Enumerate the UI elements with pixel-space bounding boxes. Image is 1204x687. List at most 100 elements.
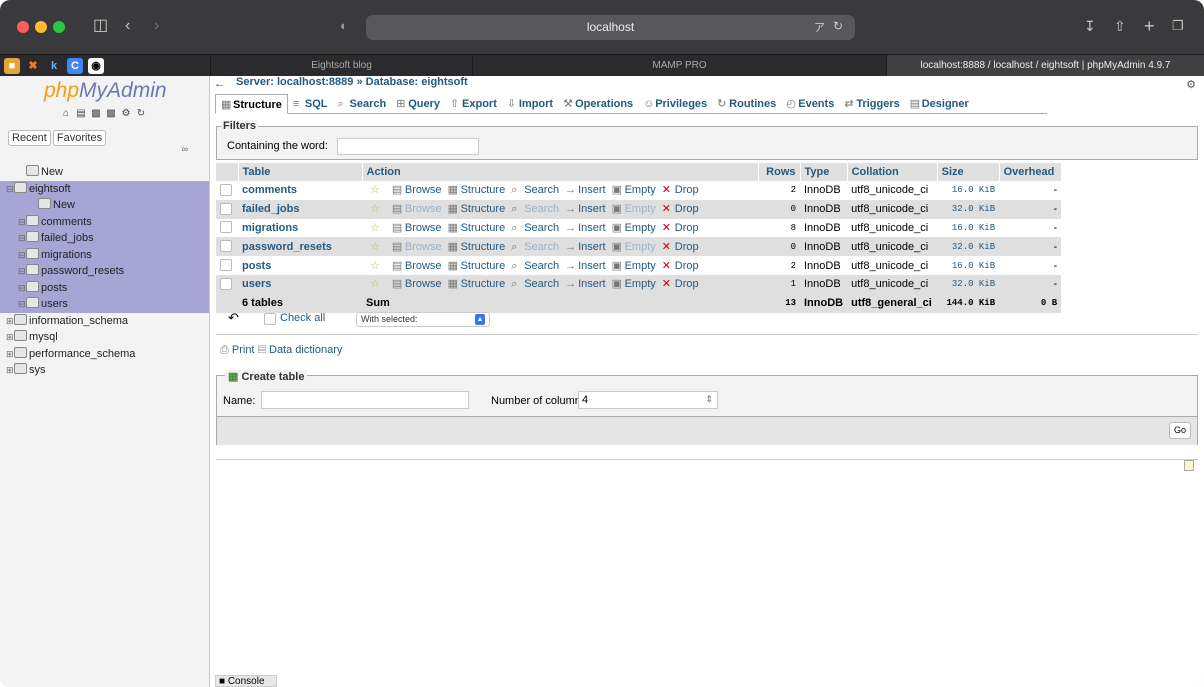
tab-mamp-pro[interactable]: MAMP PRO: [472, 55, 886, 77]
expand-icon[interactable]: ⊟: [6, 181, 14, 198]
row-checkbox[interactable]: [220, 240, 232, 253]
sidebar-toggle-icon[interactable]: ◫: [93, 14, 108, 38]
expand-icon[interactable]: ⊟: [18, 280, 26, 297]
tab-sql[interactable]: ≡ SQL: [288, 94, 333, 114]
favorite-star-icon[interactable]: ☆: [370, 222, 380, 234]
tab-operations[interactable]: ⚒ Operations: [558, 94, 638, 114]
expand-icon[interactable]: ⊟: [18, 296, 26, 313]
structure-action[interactable]: ▦ Structure: [448, 184, 506, 196]
tree-item[interactable]: ⊟ password_resets: [0, 263, 209, 280]
close-window-button[interactable]: [17, 21, 29, 33]
expand-icon[interactable]: ⊞: [6, 329, 14, 346]
filter-input[interactable]: [337, 138, 479, 155]
table-name-link[interactable]: posts: [238, 256, 362, 275]
tree-item[interactable]: ⊞ mysql: [0, 329, 209, 346]
stepper-icon[interactable]: ⇕: [705, 394, 713, 405]
empty-action[interactable]: ▣ Empty: [612, 241, 656, 253]
expand-icon[interactable]: ⊟: [18, 214, 26, 231]
breadcrumb-server[interactable]: Server: localhost:8889: [236, 76, 353, 88]
drop-action[interactable]: ✕ Drop: [662, 260, 699, 272]
search-action[interactable]: ⌕ Search: [511, 278, 559, 290]
browse-action[interactable]: ▤ Browse: [392, 184, 442, 196]
table-size[interactable]: 16.0 KiB: [937, 256, 1000, 275]
row-checkbox[interactable]: [220, 202, 232, 215]
tab-events[interactable]: ◴ Events: [781, 94, 839, 114]
breadcrumb-database[interactable]: Database: eightsoft: [366, 76, 468, 88]
sql-docs-icon[interactable]: ▩: [105, 108, 117, 120]
column-header-overhead[interactable]: Overhead: [999, 163, 1062, 181]
columns-input[interactable]: 4 ⇕: [578, 391, 718, 409]
table-size[interactable]: 32.0 KiB: [937, 274, 1000, 294]
column-header-collation[interactable]: Collation: [847, 163, 938, 181]
structure-action[interactable]: ▦ Structure: [448, 260, 506, 272]
favorite-icon-2[interactable]: ✖: [25, 58, 41, 74]
tab-query[interactable]: ⊞ Query: [391, 94, 445, 114]
column-header-rows[interactable]: Rows: [758, 163, 801, 181]
row-checkbox[interactable]: [220, 183, 232, 196]
browse-action[interactable]: ▤ Browse: [392, 260, 442, 272]
address-bar[interactable]: localhost ア ↻: [366, 15, 855, 40]
page-settings-icon[interactable]: [1184, 460, 1194, 471]
tree-item[interactable]: ⊟ comments: [0, 213, 209, 231]
github-icon[interactable]: ◉: [88, 58, 104, 74]
row-checkbox[interactable]: [220, 221, 232, 234]
table-name-link[interactable]: password_resets: [238, 237, 362, 257]
minimize-window-button[interactable]: [35, 21, 47, 33]
settings-icon[interactable]: ⚙: [120, 108, 132, 120]
browse-action[interactable]: ▤ Browse: [392, 222, 442, 234]
search-action[interactable]: ⌕ Search: [511, 203, 559, 215]
browse-action[interactable]: ▤ Browse: [392, 241, 442, 253]
recent-button[interactable]: Recent: [8, 130, 51, 146]
tab-export[interactable]: ⇧ Export: [445, 94, 502, 114]
drop-action[interactable]: ✕ Drop: [662, 222, 699, 234]
search-action[interactable]: ⌕ Search: [511, 260, 559, 272]
table-name-link[interactable]: comments: [238, 181, 362, 200]
tab-designer[interactable]: ▤ Designer: [905, 94, 974, 114]
expand-icon[interactable]: ⊞: [6, 346, 14, 363]
drop-action[interactable]: ✕ Drop: [662, 184, 699, 196]
tree-item[interactable]: ⊞ information_schema: [0, 313, 209, 330]
insert-action[interactable]: → Insert: [565, 184, 606, 196]
tree-item[interactable]: New: [0, 197, 209, 214]
logout-icon[interactable]: ▤: [75, 108, 87, 120]
tab-structure[interactable]: ▦ Structure: [215, 94, 288, 114]
reload-icon[interactable]: ↻: [833, 19, 843, 33]
data-dictionary-link[interactable]: Data dictionary: [269, 344, 342, 356]
drop-action[interactable]: ✕ Drop: [662, 278, 699, 290]
tree-item[interactable]: ⊟ failed_jobs: [0, 230, 209, 247]
table-name-link[interactable]: users: [238, 274, 362, 294]
with-selected-select[interactable]: With selected: ▲: [356, 312, 490, 327]
structure-action[interactable]: ▦ Structure: [448, 241, 506, 253]
search-action[interactable]: ⌕ Search: [511, 184, 559, 196]
drop-action[interactable]: ✕ Drop: [662, 241, 699, 253]
empty-action[interactable]: ▣ Empty: [612, 260, 656, 272]
insert-action[interactable]: → Insert: [565, 241, 606, 253]
tab-phpmyadmin[interactable]: localhost:8888 / localhost / eightsoft |…: [886, 55, 1204, 77]
empty-action[interactable]: ▣ Empty: [612, 278, 656, 290]
favorite-star-icon[interactable]: ☆: [370, 260, 380, 272]
expand-icon[interactable]: ⊟: [18, 263, 26, 280]
tab-search[interactable]: ⌕ Search: [333, 94, 392, 114]
tab-privileges[interactable]: ☺Privileges: [638, 94, 712, 114]
table-name-link[interactable]: migrations: [238, 218, 362, 238]
tab-eightsoft-blog[interactable]: Eightsoft blog: [210, 55, 472, 77]
tab-overview-icon[interactable]: ❐: [1172, 14, 1184, 38]
tree-item[interactable]: ⊟ migrations: [0, 246, 209, 264]
expand-icon[interactable]: ⊟: [18, 247, 26, 264]
favorite-star-icon[interactable]: ☆: [370, 203, 380, 215]
table-name-input[interactable]: [261, 391, 469, 409]
empty-action[interactable]: ▣ Empty: [612, 184, 656, 196]
expand-icon[interactable]: ⊟: [18, 230, 26, 247]
go-button[interactable]: Go: [1169, 422, 1191, 439]
share-icon[interactable]: ⇧: [1114, 14, 1126, 38]
row-checkbox[interactable]: [220, 259, 232, 272]
drop-action[interactable]: ✕ Drop: [662, 203, 699, 215]
column-header-type[interactable]: Type: [800, 163, 848, 181]
favorite-icon-4[interactable]: C: [67, 58, 83, 74]
insert-action[interactable]: → Insert: [565, 260, 606, 272]
favorite-star-icon[interactable]: ☆: [370, 184, 380, 196]
empty-action[interactable]: ▣ Empty: [612, 222, 656, 234]
reload-navigation-icon[interactable]: ↻: [135, 108, 147, 120]
favorite-icon-3[interactable]: k: [46, 58, 62, 74]
table-size[interactable]: 16.0 KiB: [937, 218, 1000, 238]
